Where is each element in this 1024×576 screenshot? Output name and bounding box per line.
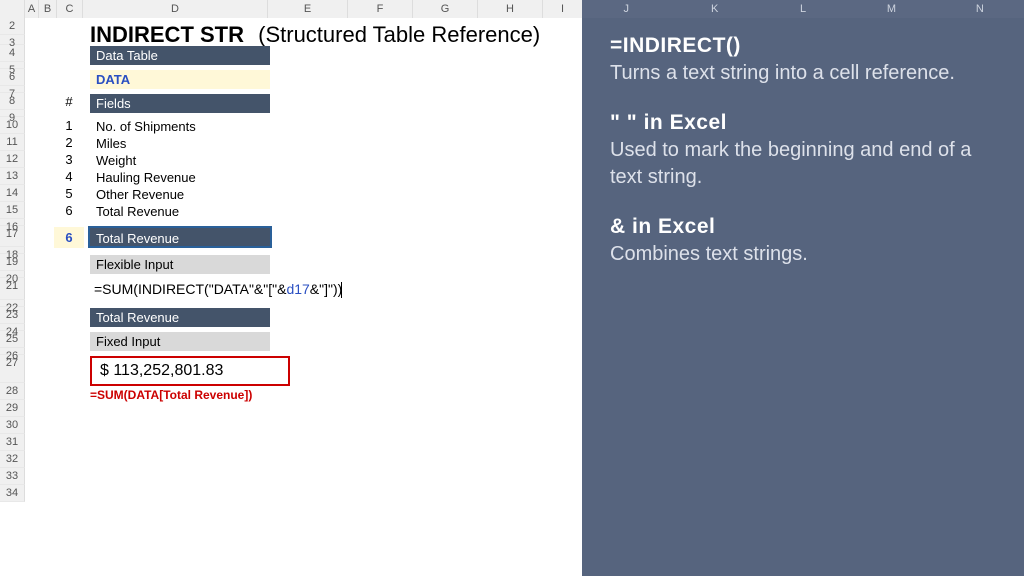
info-body-1: Turns a text string into a cell referenc…	[610, 60, 996, 87]
header-fixed-revenue: Total Revenue	[90, 308, 270, 327]
fixed-formula-text: =SUM(DATA[Total Revenue])	[90, 388, 310, 402]
field-label-2: Miles	[90, 135, 270, 152]
title-sub: (Structured Table Reference)	[258, 22, 540, 47]
info-section-quotes: " " in Excel Used to mark the beginning …	[610, 111, 996, 191]
col-G[interactable]: G	[413, 0, 478, 18]
col-I[interactable]: I	[543, 0, 583, 18]
info-title-3: & in Excel	[610, 215, 996, 239]
label-fixed-input: Fixed Input	[90, 332, 270, 351]
header-fields: Fields	[90, 94, 270, 113]
field-label-3: Weight	[90, 152, 270, 169]
col-A[interactable]: A	[25, 0, 39, 18]
page-title: INDIRECT STR (Structured Table Reference…	[90, 22, 540, 48]
info-title-1: =INDIRECT()	[610, 34, 996, 58]
cell-data-name[interactable]: DATA	[90, 70, 270, 89]
header-data-table: Data Table	[90, 46, 270, 65]
formula-editing-cell[interactable]: =SUM(INDIRECT("DATA"&"["&d17&"]"))	[90, 279, 375, 300]
col-E[interactable]: E	[268, 0, 348, 18]
info-section-ampersand: & in Excel Combines text strings.	[610, 215, 996, 268]
result-cell[interactable]: $ 113,252,801.83	[90, 356, 290, 386]
column-headers-right: J K L M N	[582, 0, 1024, 18]
field-num-1: 1	[55, 118, 83, 133]
worksheet-area[interactable]: INDIRECT STR (Structured Table Reference…	[25, 18, 582, 576]
text-cursor-icon	[341, 282, 342, 298]
field-num-6: 6	[55, 203, 83, 218]
info-body-2: Used to mark the beginning and end of a …	[610, 137, 996, 191]
col-M[interactable]: M	[847, 0, 935, 18]
formula-suffix: &"]"))	[310, 281, 343, 297]
col-B[interactable]: B	[39, 0, 57, 18]
title-main: INDIRECT STR	[90, 22, 244, 47]
info-panel: J K L M N =INDIRECT() Turns a text strin…	[582, 0, 1024, 576]
field-num-5: 5	[55, 186, 83, 201]
col-K[interactable]: K	[670, 0, 758, 18]
col-D[interactable]: D	[83, 0, 268, 18]
col-C[interactable]: C	[57, 0, 83, 18]
col-L[interactable]: L	[759, 0, 847, 18]
field-num-3: 3	[55, 152, 83, 167]
col-F[interactable]: F	[348, 0, 413, 18]
info-title-2: " " in Excel	[610, 111, 996, 135]
selected-index-cell[interactable]: 6	[54, 227, 84, 248]
formula-prefix: =SUM(INDIRECT("DATA"&"["&	[94, 281, 286, 297]
info-body-3: Combines text strings.	[610, 241, 996, 268]
field-num-4: 4	[55, 169, 83, 184]
col-H[interactable]: H	[478, 0, 543, 18]
field-label-5: Other Revenue	[90, 186, 270, 203]
field-label-1: No. of Shipments	[90, 118, 270, 135]
col-J[interactable]: J	[582, 0, 670, 18]
info-section-indirect: =INDIRECT() Turns a text string into a c…	[610, 34, 996, 87]
selection-border-icon	[88, 226, 272, 248]
label-flexible-input: Flexible Input	[90, 255, 270, 274]
hash-label: #	[55, 94, 83, 109]
row-headers: 2 3 4 5 6 7 8 9 10 11 12 13 14 15 16 17 …	[0, 18, 25, 502]
field-num-2: 2	[55, 135, 83, 150]
col-N[interactable]: N	[936, 0, 1024, 18]
formula-cell-ref: d17	[286, 281, 309, 297]
field-label-4: Hauling Revenue	[90, 169, 270, 186]
field-label-6: Total Revenue	[90, 203, 270, 220]
